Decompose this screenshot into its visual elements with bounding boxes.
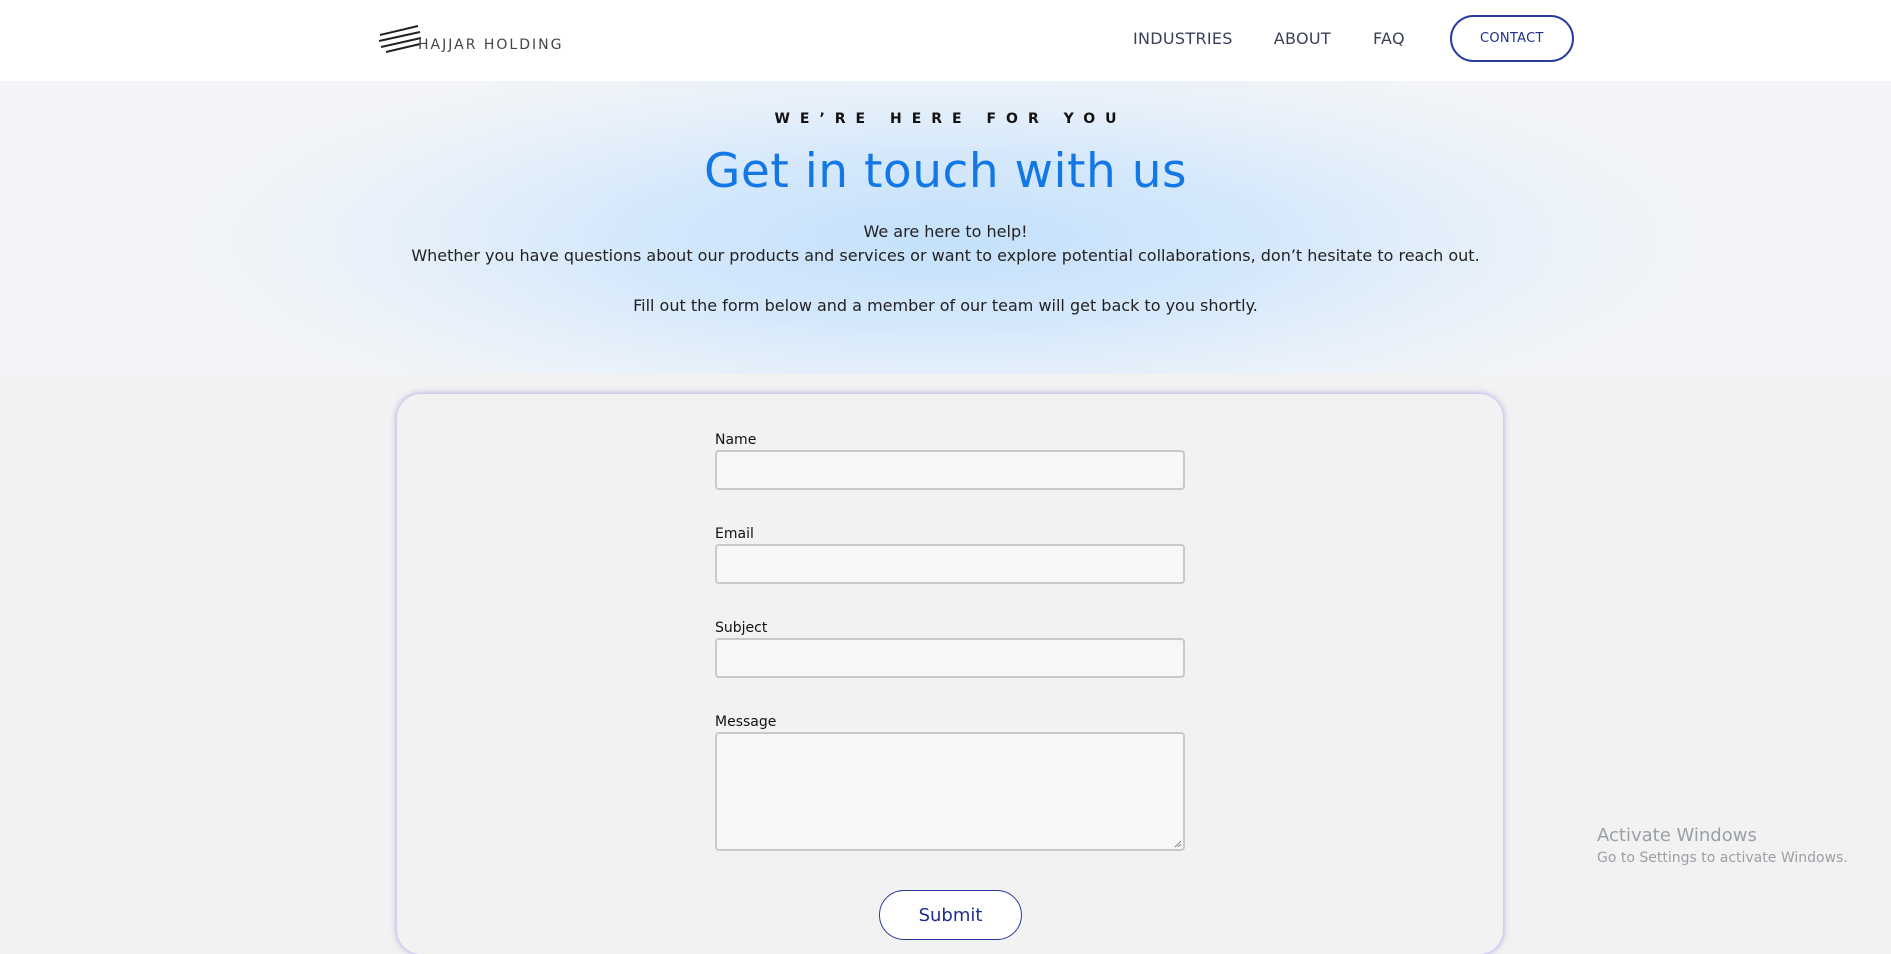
nav-link-faq[interactable]: FAQ (1373, 29, 1405, 48)
hero-intro: We are here to help! (863, 222, 1028, 241)
main-nav: INDUSTRIES ABOUT FAQ CONTACT (1133, 0, 1574, 77)
hero-eyebrow: WE’RE HERE FOR YOU (774, 111, 1127, 127)
email-label: Email (715, 526, 754, 542)
logo-mark-icon (378, 25, 422, 53)
hero-description: Whether you have questions about our pro… (411, 246, 1480, 265)
watermark-title: Activate Windows (1597, 825, 1757, 846)
logo-text: HAJJAR HOLDING (418, 37, 564, 53)
windows-activation-watermark: Activate Windows Go to Settings to activ… (1597, 825, 1848, 866)
company-logo[interactable]: HAJJAR HOLDING (378, 22, 563, 54)
name-input[interactable] (715, 450, 1185, 490)
watermark-subtitle: Go to Settings to activate Windows. (1597, 850, 1848, 866)
hero-form-hint: Fill out the form below and a member of … (633, 296, 1258, 315)
message-textarea[interactable] (715, 732, 1185, 851)
submit-button[interactable]: Submit (879, 890, 1022, 940)
contact-button[interactable]: CONTACT (1449, 15, 1574, 62)
subject-label: Subject (715, 620, 768, 636)
nav-link-about[interactable]: ABOUT (1274, 29, 1331, 48)
contact-form-card: Name Email Subject Message Submit (397, 394, 1503, 954)
email-input[interactable] (715, 544, 1185, 584)
site-header: HAJJAR HOLDING INDUSTRIES ABOUT FAQ CONT… (0, 0, 1891, 81)
hero-section: WE’RE HERE FOR YOU Get in touch with us … (0, 81, 1891, 374)
nav-link-industries[interactable]: INDUSTRIES (1133, 29, 1233, 48)
message-label: Message (715, 714, 777, 730)
page-title: Get in touch with us (704, 144, 1187, 199)
subject-input[interactable] (715, 638, 1185, 678)
name-label: Name (715, 432, 757, 448)
resize-grip-icon[interactable] (1174, 840, 1182, 848)
